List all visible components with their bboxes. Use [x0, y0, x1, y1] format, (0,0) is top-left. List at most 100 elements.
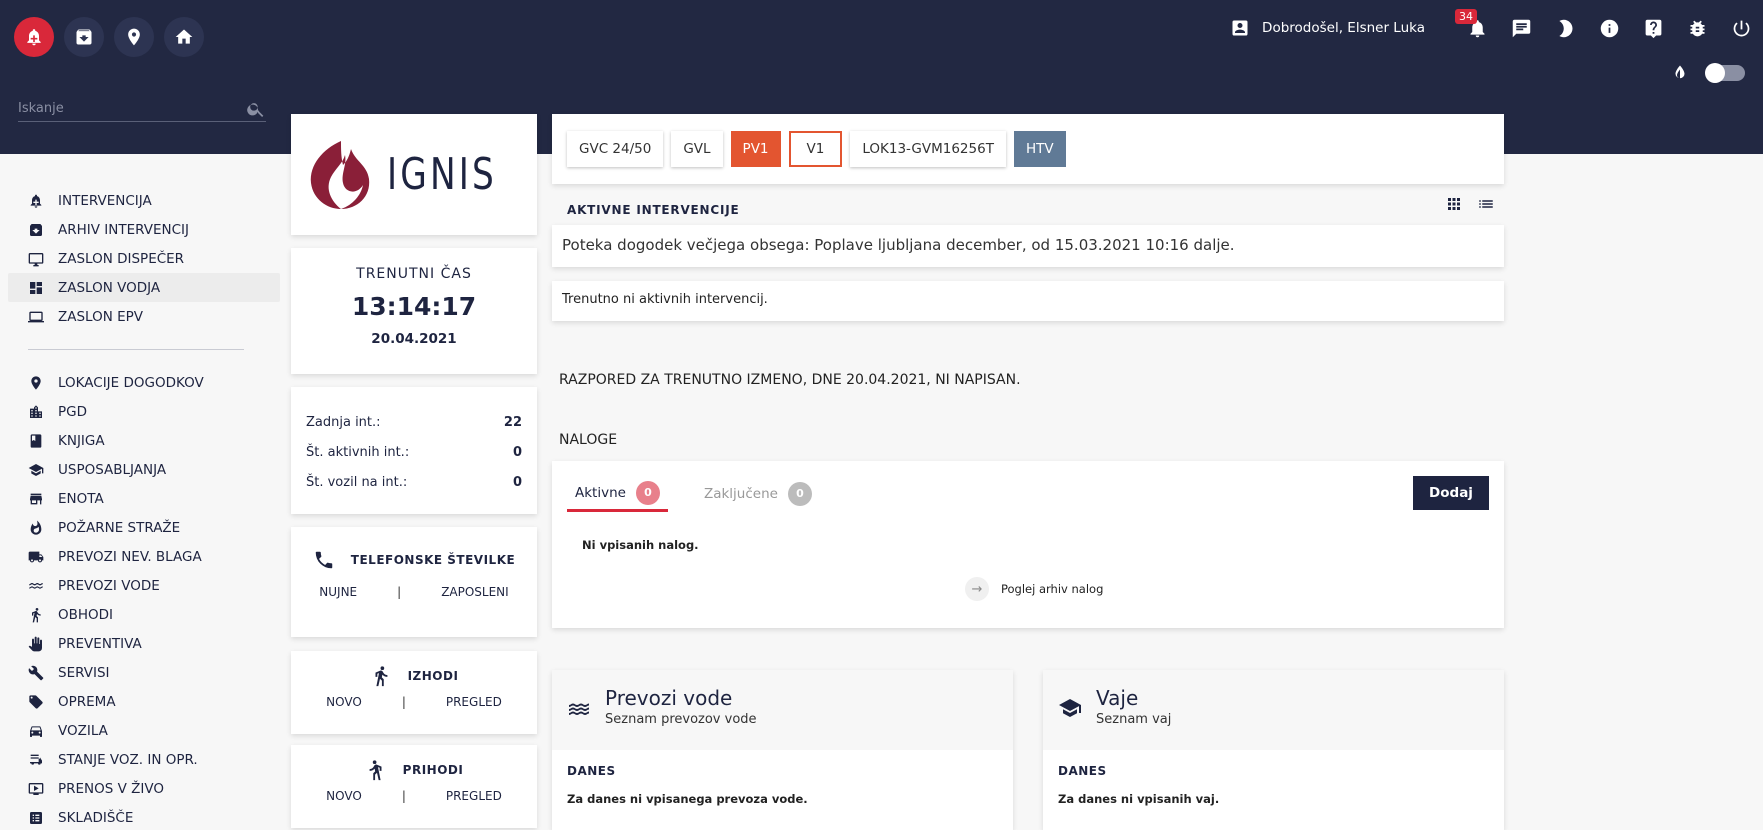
store-icon	[30, 493, 42, 504]
new-intervention-button[interactable]	[14, 17, 54, 57]
vehicle-button-pv1[interactable]: PV1	[730, 131, 781, 167]
user-name: Dobrodošel, Elsner Luka	[1262, 20, 1425, 36]
power-icon	[1733, 20, 1749, 36]
sidebar-item-label: ARHIV INTERVENCIJ	[58, 221, 190, 238]
sidebar-item-label: SKLADIŠČE	[58, 809, 134, 826]
phone-numbers-card: TELEFONSKE ŠTEVILKE NUJNE | ZAPOSLENI	[291, 527, 537, 637]
search-box	[18, 96, 266, 122]
tab-active-tasks[interactable]: Aktivne 0	[567, 476, 668, 512]
sidebar-item-label: KNJIGA	[58, 432, 105, 449]
logout-button[interactable]	[1719, 14, 1763, 42]
vehicle-button-gvc[interactable]: GVC 24/50	[567, 131, 664, 167]
location-pin-icon	[31, 375, 41, 390]
sidebar-item-servisi[interactable]: SERVISI	[8, 658, 280, 687]
sidebar-item-prenos-v-živo[interactable]: PRENOS V ŽIVO	[8, 774, 280, 803]
walking-icon	[375, 666, 387, 687]
sidebar-item-požarne-straže[interactable]: POŽARNE STRAŽE	[8, 513, 280, 542]
vehicle-button-htv[interactable]: HTV	[1013, 131, 1066, 167]
sidebar-item-skladišče[interactable]: SKLADIŠČE	[8, 803, 280, 830]
vehicle-button-lok13[interactable]: LOK13-GVM16256T	[850, 131, 1006, 167]
info-icon	[1600, 19, 1618, 37]
link-separator: |	[401, 789, 406, 803]
exit-overview-link[interactable]: PREGLED	[446, 695, 502, 709]
exercises-card-subtitle: Seznam vaj	[1096, 712, 1172, 727]
home-button[interactable]	[164, 17, 204, 57]
stat-row: Št. aktivnih int.: 0	[306, 445, 522, 475]
sidebar-item-label: USPOSABLJANJA	[58, 461, 167, 478]
messages-button[interactable]	[1499, 14, 1543, 42]
list-view-icon[interactable]	[1477, 195, 1495, 213]
current-time: 13:14:17	[351, 292, 477, 321]
arrival-new-link[interactable]: NOVO	[326, 789, 362, 803]
sidebar-item-label: PREVOZI NEV. BLAGA	[58, 548, 202, 565]
locations-button[interactable]	[114, 17, 154, 57]
phone-card-title: TELEFONSKE ŠTEVILKE	[350, 553, 516, 567]
stat-value: 0	[512, 445, 522, 460]
building-icon	[30, 404, 42, 418]
sidebar-item-label: POŽARNE STRAŽE	[58, 519, 181, 536]
sidebar-item-lokacije-dogodkov[interactable]: LOKACIJE DOGODKOV	[8, 368, 280, 397]
help-button[interactable]	[1631, 14, 1675, 42]
contrast-toggle-group	[1671, 63, 1745, 83]
major-event-notice: Poteka dogodek večjega obsega: Poplave l…	[552, 225, 1504, 267]
sidebar-item-label: PREVENTIVA	[58, 635, 142, 652]
archive-button[interactable]	[64, 17, 104, 57]
stat-label: Št. aktivnih int.:	[306, 445, 410, 460]
sidebar-item-oprema[interactable]: OPREMA	[8, 687, 280, 716]
stat-row: Št. vozil na int.: 0	[306, 475, 522, 505]
urgent-numbers-link[interactable]: NUJNE	[319, 585, 357, 599]
sidebar-item-vozila[interactable]: VOZILA	[8, 716, 280, 745]
sidebar-item-pgd[interactable]: PGD	[8, 397, 280, 426]
search-input[interactable]	[18, 101, 246, 116]
vehicle-button-gvl[interactable]: GVL	[671, 131, 723, 167]
notifications-button[interactable]: 34	[1455, 9, 1499, 42]
water-transport-card: Prevozi vode Seznam prevozov vode DANES …	[552, 670, 1013, 830]
exits-card-header: IZHODI	[291, 665, 537, 687]
sidebar-item-intervencija[interactable]: INTERVENCIJA	[8, 186, 280, 215]
sidebar-item-knjiga[interactable]: KNJIGA	[8, 426, 280, 455]
sidebar-item-label: STANJE VOZ. IN OPR.	[58, 751, 198, 768]
contrast-drop-icon	[1675, 65, 1685, 79]
sidebar-item-usposabljanja[interactable]: USPOSABLJANJA	[8, 455, 280, 484]
stat-label: Št. vozil na int.:	[306, 475, 408, 490]
add-task-button[interactable]: Dodaj	[1413, 476, 1489, 510]
walking-icon	[32, 607, 41, 622]
sidebar-item-label: PGD	[58, 403, 87, 420]
arrival-overview-link[interactable]: PREGLED	[446, 789, 502, 803]
dark-mode-button[interactable]	[1543, 14, 1587, 42]
sidebar-nav: INTERVENCIJA ARHIV INTERVENCIJ ZASLON DISP…	[8, 186, 280, 830]
archive-icon	[30, 223, 42, 236]
car-icon	[30, 725, 42, 737]
contrast-switch[interactable]	[1705, 63, 1745, 83]
person-arrival-icon	[369, 760, 382, 781]
help-icon	[1645, 19, 1661, 38]
sidebar-item-stanje-voz-in-opr[interactable]: STANJE VOZ. IN OPR.	[8, 745, 280, 774]
sidebar-item-obhodi[interactable]: OBHODI	[8, 600, 280, 629]
arrivals-links: NOVO | PREGLED	[291, 789, 537, 803]
arrow-right-icon: →	[965, 577, 989, 601]
hand-icon	[28, 636, 42, 651]
vehicle-button-v1[interactable]: V1	[788, 131, 843, 167]
sidebar-item-zaslon-epv[interactable]: ZASLON EPV	[8, 302, 280, 331]
info-button[interactable]	[1587, 14, 1631, 42]
tab-closed-tasks[interactable]: Zaključene 0	[696, 476, 820, 512]
sidebar-item-prevozi-nev-blaga[interactable]: PREVOZI NEV. BLAGA	[8, 542, 280, 571]
employees-numbers-link[interactable]: ZAPOSLENI	[441, 585, 509, 599]
sidebar-item-label: OBHODI	[58, 606, 114, 623]
sidebar-item-enota[interactable]: ENOTA	[8, 484, 280, 513]
phone-links: NUJNE | ZAPOSLENI	[291, 585, 537, 599]
tasks-archive-link[interactable]: → Poglej arhiv nalog	[965, 577, 1103, 601]
report-bug-button[interactable]	[1675, 14, 1719, 42]
exits-card: IZHODI NOVO | PREGLED	[291, 651, 537, 734]
sidebar-item-preventiva[interactable]: PREVENTIVA	[8, 629, 280, 658]
sidebar-item-zaslon-vodja[interactable]: ZASLON VODJA	[8, 273, 280, 302]
grid-view-icon[interactable]	[1445, 195, 1463, 213]
search-icon[interactable]	[246, 99, 266, 119]
user-profile-link[interactable]: Dobrodošel, Elsner Luka	[1230, 18, 1425, 38]
exit-new-link[interactable]: NOVO	[326, 695, 362, 709]
sidebar-item-prevozi-vode[interactable]: PREVOZI VODE	[8, 571, 280, 600]
water-icon	[29, 582, 43, 589]
stat-label: Zadnja int.:	[306, 415, 381, 430]
sidebar-item-zaslon-dispečer[interactable]: ZASLON DISPEČER	[8, 244, 280, 273]
sidebar-item-arhiv-intervencij[interactable]: ARHIV INTERVENCIJ	[8, 215, 280, 244]
